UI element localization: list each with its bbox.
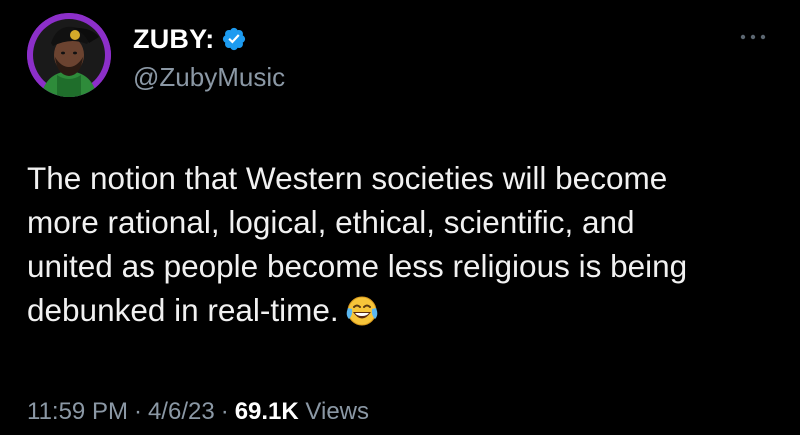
author-name-row: ZUBY: xyxy=(133,22,247,56)
meta-separator: · xyxy=(133,398,142,425)
avatar-image xyxy=(27,13,111,97)
tweet-meta: 11:59 PM · 4/6/23 · 69.1K Views xyxy=(27,398,369,426)
tweet-date[interactable]: 4/6/23 xyxy=(148,398,215,425)
tweet-card: ZUBY: @ZubyMusic The notion that Western… xyxy=(0,0,800,435)
meta-separator: · xyxy=(220,398,229,425)
tweet-text: The notion that Western societies will b… xyxy=(27,156,787,338)
verified-badge-icon xyxy=(221,26,247,52)
more-horizontal-icon[interactable] xyxy=(738,30,768,44)
tweet-time[interactable]: 11:59 PM xyxy=(27,398,128,425)
display-name[interactable]: ZUBY: xyxy=(133,24,215,55)
views-label: Views xyxy=(305,398,369,425)
face-with-tears-of-joy-icon xyxy=(345,294,379,338)
views-count[interactable]: 69.1K xyxy=(235,398,299,425)
user-handle[interactable]: @ZubyMusic xyxy=(133,62,285,93)
avatar[interactable] xyxy=(27,13,111,97)
